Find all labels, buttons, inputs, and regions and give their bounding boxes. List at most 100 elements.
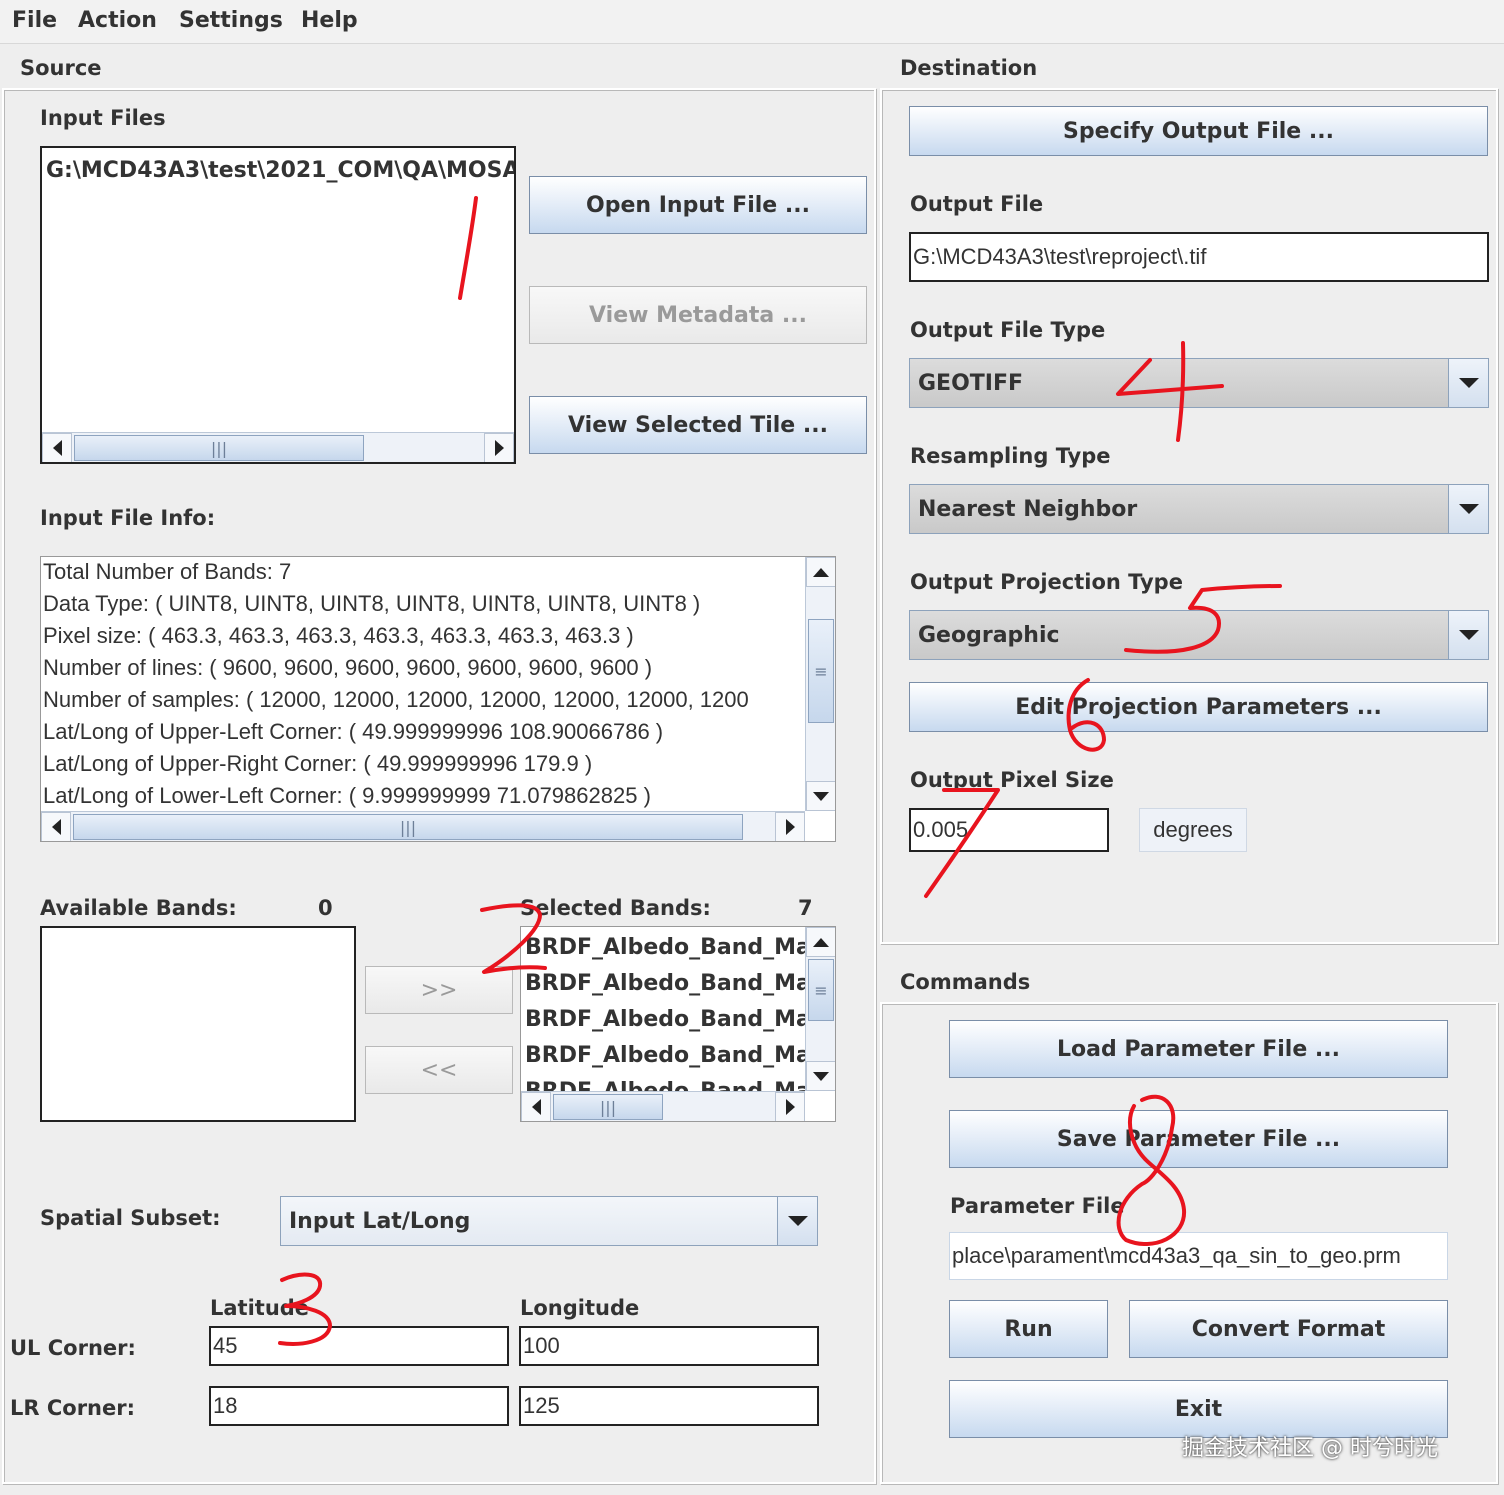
parameter-file-label: Parameter File xyxy=(950,1194,1125,1218)
view-metadata-button[interactable]: View Metadata ... xyxy=(529,286,867,344)
output-projection-label: Output Projection Type xyxy=(910,570,1183,594)
list-item[interactable]: BRDF_Albedo_Band_Ma xyxy=(525,971,805,996)
arrow-right-icon xyxy=(785,1099,795,1115)
ul-latitude-field[interactable]: 45 xyxy=(209,1326,509,1366)
info-line: Number of lines: ( 9600, 9600, 9600, 960… xyxy=(43,655,653,680)
scroll-left-button[interactable] xyxy=(42,433,72,462)
info-line: Lat/Long of Lower-Left Corner: ( 9.99999… xyxy=(43,783,651,808)
chevron-down-icon[interactable] xyxy=(1448,611,1488,659)
spatial-subset-value: Input Lat/Long xyxy=(289,1208,471,1234)
chevron-down-icon[interactable] xyxy=(1448,485,1488,533)
scroll-up-button[interactable] xyxy=(806,927,835,957)
list-item[interactable]: BRDF_Albedo_Band_Ma xyxy=(525,1007,805,1032)
input-file-info-label: Input File Info: xyxy=(40,506,216,530)
save-parameter-file-button[interactable]: Save Parameter File ... xyxy=(949,1110,1448,1168)
run-button[interactable]: Run xyxy=(949,1300,1108,1358)
scroll-thumb[interactable]: ≡ xyxy=(808,619,834,723)
arrow-left-icon xyxy=(531,1099,541,1115)
arrow-left-icon xyxy=(51,819,61,835)
output-file-field[interactable]: G:\MCD43A3\test\reproject\.tif xyxy=(909,232,1489,282)
input-file-info-box[interactable]: Total Number of Bands: 7 Data Type: ( UI… xyxy=(40,556,836,842)
list-item[interactable]: BRDF_Albedo_Band_Ma xyxy=(525,1079,805,1091)
info-vscrollbar[interactable]: ≡ xyxy=(805,557,835,811)
available-bands-list[interactable] xyxy=(40,926,356,1122)
lr-longitude-field[interactable]: 125 xyxy=(519,1386,819,1426)
edit-projection-parameters-button[interactable]: Edit Projection Parameters ... xyxy=(909,682,1488,732)
open-input-file-button[interactable]: Open Input File ... xyxy=(529,176,867,234)
arrow-up-icon xyxy=(813,567,829,577)
output-projection-value: Geographic xyxy=(918,622,1060,648)
output-pixel-size-field[interactable]: 0.005 xyxy=(909,808,1109,852)
bands-hscrollbar[interactable]: ||| xyxy=(521,1091,805,1121)
arrow-right-icon xyxy=(494,440,504,456)
scroll-right-button[interactable] xyxy=(484,433,514,462)
input-files-list[interactable]: G:\MCD43A3\test\2021_COM\QA\MOSAIC_ ||| xyxy=(40,146,516,464)
remove-band-button[interactable]: << xyxy=(365,1046,513,1094)
add-band-button[interactable]: >> xyxy=(365,966,513,1014)
menu-action[interactable]: Action xyxy=(78,8,157,33)
scroll-thumb[interactable]: ||| xyxy=(553,1094,663,1120)
source-title: Source xyxy=(20,56,102,80)
available-bands-count: 0 xyxy=(318,896,333,920)
output-file-type-value: GEOTIFF xyxy=(918,370,1024,396)
available-bands-label: Available Bands: xyxy=(40,896,237,920)
info-line: Pixel size: ( 463.3, 463.3, 463.3, 463.3… xyxy=(43,623,634,648)
load-parameter-file-button[interactable]: Load Parameter File ... xyxy=(949,1020,1448,1078)
bands-vscrollbar[interactable]: ≡ xyxy=(805,927,835,1091)
pixel-size-unit: degrees xyxy=(1139,808,1247,852)
output-projection-select[interactable]: Geographic xyxy=(909,610,1489,660)
latitude-label: Latitude xyxy=(210,1296,310,1320)
input-files-hscrollbar[interactable]: ||| xyxy=(42,432,514,462)
destination-title: Destination xyxy=(900,56,1038,80)
output-file-type-select[interactable]: GEOTIFF xyxy=(909,358,1489,408)
scroll-up-button[interactable] xyxy=(806,557,835,587)
lr-latitude-field[interactable]: 18 xyxy=(209,1386,509,1426)
scroll-left-button[interactable] xyxy=(41,812,71,841)
scroll-left-button[interactable] xyxy=(521,1092,551,1121)
scroll-right-button[interactable] xyxy=(775,1092,805,1121)
output-file-type-label: Output File Type xyxy=(910,318,1106,342)
ul-longitude-field[interactable]: 100 xyxy=(519,1326,819,1366)
scroll-right-button[interactable] xyxy=(775,812,805,841)
spatial-subset-select[interactable]: Input Lat/Long xyxy=(280,1196,818,1246)
spatial-subset-label: Spatial Subset: xyxy=(40,1206,221,1230)
parameter-file-field[interactable]: place\parament\mcd43a3_qa_sin_to_geo.prm xyxy=(949,1232,1448,1280)
menu-bar: File Action Settings Help xyxy=(0,0,1504,44)
view-selected-tile-button[interactable]: View Selected Tile ... xyxy=(529,396,867,454)
scroll-thumb[interactable]: ||| xyxy=(73,814,743,840)
selected-bands-count: 7 xyxy=(798,896,813,920)
menu-help[interactable]: Help xyxy=(301,8,358,33)
resampling-type-select[interactable]: Nearest Neighbor xyxy=(909,484,1489,534)
resampling-type-label: Resampling Type xyxy=(910,444,1111,468)
selected-bands-list[interactable]: BRDF_Albedo_Band_Ma BRDF_Albedo_Band_Ma … xyxy=(520,926,836,1122)
menu-file[interactable]: File xyxy=(12,8,57,33)
info-hscrollbar[interactable]: ||| xyxy=(41,811,805,841)
scroll-thumb[interactable]: ≡ xyxy=(808,959,834,1021)
longitude-label: Longitude xyxy=(520,1296,640,1320)
menu-settings[interactable]: Settings xyxy=(179,8,283,33)
arrow-up-icon xyxy=(813,937,829,947)
info-line: Lat/Long of Upper-Right Corner: ( 49.999… xyxy=(43,751,593,776)
specify-output-file-button[interactable]: Specify Output File ... xyxy=(909,106,1488,156)
scroll-down-button[interactable] xyxy=(806,1061,835,1091)
output-file-label: Output File xyxy=(910,192,1044,216)
input-file-item[interactable]: G:\MCD43A3\test\2021_COM\QA\MOSAIC_ xyxy=(46,158,514,183)
arrow-left-icon xyxy=(52,440,62,456)
scroll-thumb[interactable]: ||| xyxy=(74,435,364,461)
info-line: Number of samples: ( 12000, 12000, 12000… xyxy=(43,687,749,712)
scroll-down-button[interactable] xyxy=(806,781,835,811)
info-line: Data Type: ( UINT8, UINT8, UINT8, UINT8,… xyxy=(43,591,701,616)
convert-format-button[interactable]: Convert Format xyxy=(1129,1300,1448,1358)
resampling-type-value: Nearest Neighbor xyxy=(918,496,1138,522)
list-item[interactable]: BRDF_Albedo_Band_Ma xyxy=(525,935,805,960)
selected-bands-label: Selected Bands: xyxy=(520,896,711,920)
chevron-down-icon[interactable] xyxy=(1448,359,1488,407)
selected-bands-viewport: BRDF_Albedo_Band_Ma BRDF_Albedo_Band_Ma … xyxy=(521,927,805,1091)
ul-corner-label: UL Corner: xyxy=(10,1336,136,1360)
chevron-down-icon[interactable] xyxy=(777,1197,817,1245)
output-pixel-size-label: Output Pixel Size xyxy=(910,768,1114,792)
arrow-right-icon xyxy=(785,819,795,835)
arrow-down-icon xyxy=(813,791,829,801)
list-item[interactable]: BRDF_Albedo_Band_Ma xyxy=(525,1043,805,1068)
info-line: Lat/Long of Upper-Left Corner: ( 49.9999… xyxy=(43,719,664,744)
